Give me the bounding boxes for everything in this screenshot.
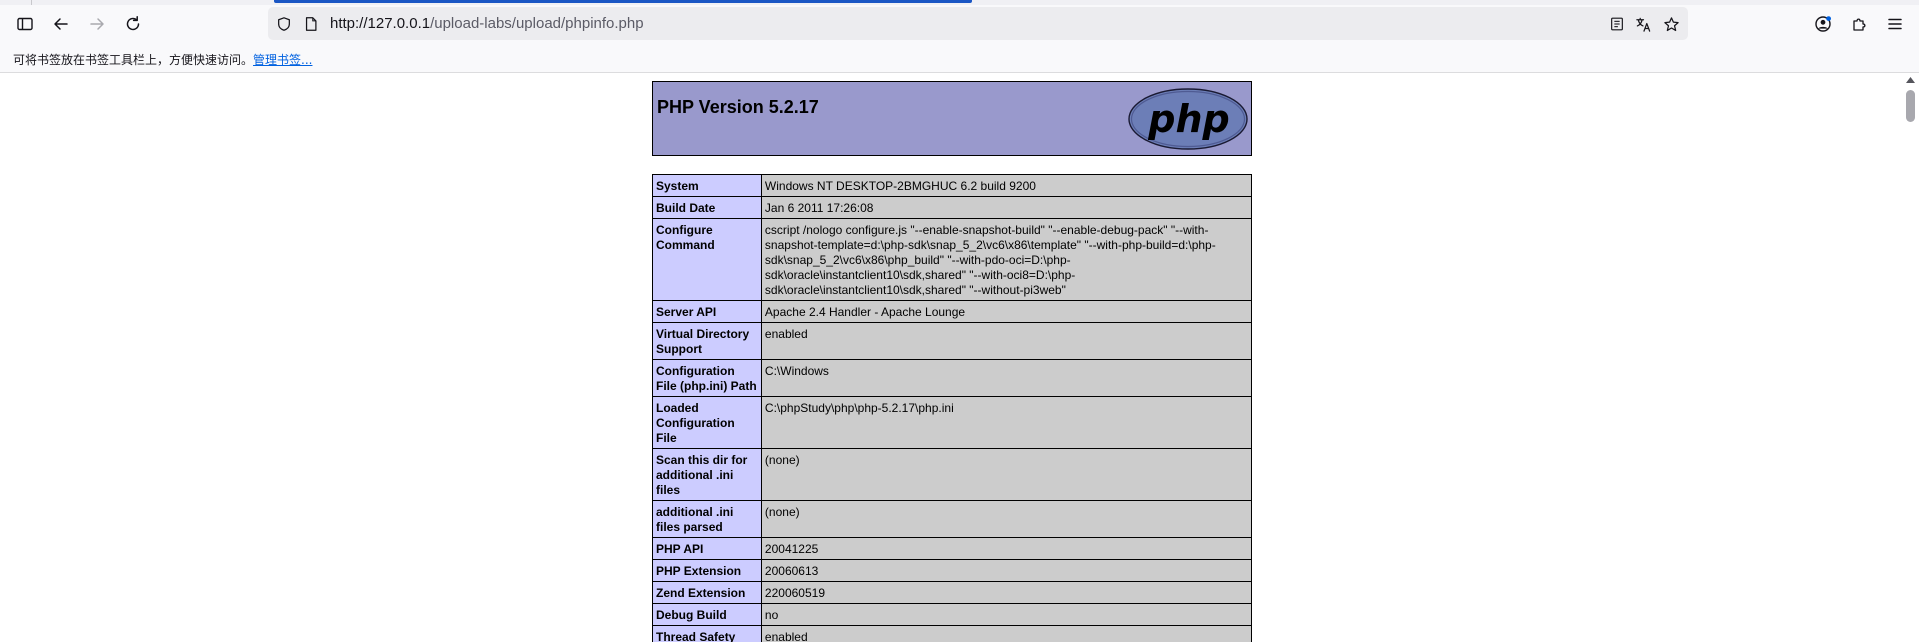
php-logo[interactable]: php	[1128, 88, 1248, 150]
scrollbar-thumb[interactable]	[1906, 90, 1915, 122]
sidebar-toggle-button[interactable]	[11, 10, 39, 38]
row-label: Debug Build	[652, 603, 762, 626]
table-row: Debug Build no	[652, 603, 1253, 626]
table-row: Configure Command cscript /nologo configu…	[652, 218, 1253, 301]
back-button[interactable]	[47, 10, 75, 38]
bookmarks-hint: 可将书签放在书签工具栏上，方便快速访问。管理书签...	[13, 51, 312, 68]
table-row: Loaded Configuration File C:\phpStudy\php…	[652, 396, 1253, 449]
row-value: (none)	[760, 500, 1253, 538]
arrow-right-icon	[90, 18, 104, 30]
php-version-title: PHP Version 5.2.17	[657, 97, 819, 117]
translate-icon[interactable]	[1633, 14, 1653, 34]
row-value: Windows NT DESKTOP-2BMGHUC 6.2 build 920…	[760, 174, 1253, 197]
row-label: Build Date	[652, 196, 762, 219]
url-path: /upload-labs/upload/phpinfo.php	[430, 15, 644, 32]
table-row: Configuration File (php.ini) Path C:\Wind…	[652, 359, 1253, 397]
php-header: PHP Version 5.2.17 php	[652, 81, 1252, 156]
row-label: PHP Extension	[652, 559, 762, 582]
table-row: Server API Apache 2.4 Handler - Apache Lo…	[652, 300, 1253, 323]
arrow-left-icon	[54, 18, 68, 30]
app-menu-button[interactable]	[1881, 10, 1909, 38]
row-label: Server API	[652, 300, 762, 323]
sidebar-icon	[17, 17, 33, 31]
table-row: PHP Extension 20060613	[652, 559, 1253, 582]
table-row: Thread Safety enabled	[652, 625, 1253, 642]
row-value: Jan 6 2011 17:26:08	[760, 196, 1253, 219]
tracking-shield-icon[interactable]	[274, 14, 294, 34]
row-label: additional .ini files parsed	[652, 500, 762, 538]
bookmarks-hint-text: 可将书签放在书签工具栏上，方便快速访问。	[13, 53, 254, 67]
manage-bookmarks-link[interactable]: 管理书签...	[253, 53, 312, 67]
url-text[interactable]: http://127.0.0.1/upload-labs/upload/phpi…	[330, 15, 644, 32]
reload-icon	[126, 16, 140, 31]
row-label: Virtual Directory Support	[652, 322, 762, 360]
row-value: enabled	[760, 625, 1253, 642]
row-value: cscript /nologo configure.js "--enable-s…	[760, 218, 1253, 301]
php-info-table: System Windows NT DESKTOP-2BMGHUC 6.2 bui…	[652, 174, 1253, 642]
account-icon	[1815, 16, 1831, 32]
php-logo-text: php	[1147, 97, 1229, 141]
account-button[interactable]	[1809, 10, 1837, 38]
row-label: Thread Safety	[652, 625, 762, 642]
table-row: additional .ini files parsed (none)	[652, 500, 1253, 538]
vertical-scrollbar[interactable]	[1902, 73, 1919, 642]
row-value: 20060613	[760, 559, 1253, 582]
extensions-button[interactable]	[1845, 10, 1873, 38]
row-label: Loaded Configuration File	[652, 396, 762, 449]
row-value: (none)	[760, 448, 1253, 501]
row-value: C:\Windows	[760, 359, 1253, 397]
table-row: Build Date Jan 6 2011 17:26:08	[652, 196, 1253, 219]
bookmarks-toolbar: 可将书签放在书签工具栏上，方便快速访问。管理书签...	[0, 45, 1919, 73]
table-row: PHP API 20041225	[652, 537, 1253, 560]
page-viewport: PHP Version 5.2.17 php System Windows NT …	[0, 73, 1919, 642]
row-value: no	[760, 603, 1253, 626]
active-tab-indicator[interactable]	[274, 0, 972, 3]
row-value: C:\phpStudy\php\php-5.2.17\php.ini	[760, 396, 1253, 449]
table-row: Virtual Directory Support enabled	[652, 322, 1253, 360]
row-label: System	[652, 174, 762, 197]
table-row: Scan this dir for additional .ini files(…	[652, 448, 1253, 501]
browser-chrome: http://127.0.0.1/upload-labs/upload/phpi…	[0, 0, 1919, 73]
row-value: Apache 2.4 Handler - Apache Lounge	[760, 300, 1253, 323]
row-label: Configure Command	[652, 218, 762, 301]
forward-button[interactable]	[83, 10, 111, 38]
row-value: enabled	[760, 322, 1253, 360]
hamburger-icon	[1888, 18, 1902, 30]
table-row: Zend Extension 220060519	[652, 581, 1253, 604]
row-label: PHP API	[652, 537, 762, 560]
bookmark-star-icon[interactable]	[1661, 14, 1681, 34]
table-row: System Windows NT DESKTOP-2BMGHUC 6.2 bui…	[652, 174, 1253, 197]
url-host: http://127.0.0.1	[330, 15, 431, 32]
reader-view-icon[interactable]	[1607, 14, 1627, 34]
row-label: Configuration File (php.ini) Path	[652, 359, 762, 397]
page-info-icon[interactable]	[301, 14, 321, 34]
row-label: Zend Extension	[652, 581, 762, 604]
row-value: 20041225	[760, 537, 1253, 560]
reload-button[interactable]	[119, 10, 147, 38]
scroll-up-arrow-icon[interactable]	[1905, 75, 1916, 85]
url-bar[interactable]: http://127.0.0.1/upload-labs/upload/phpi…	[268, 7, 1688, 40]
tab-divider	[31, 0, 32, 5]
row-value: 220060519	[760, 581, 1253, 604]
puzzle-icon	[1853, 18, 1866, 31]
row-label: Scan this dir for additional .ini files	[652, 448, 762, 501]
